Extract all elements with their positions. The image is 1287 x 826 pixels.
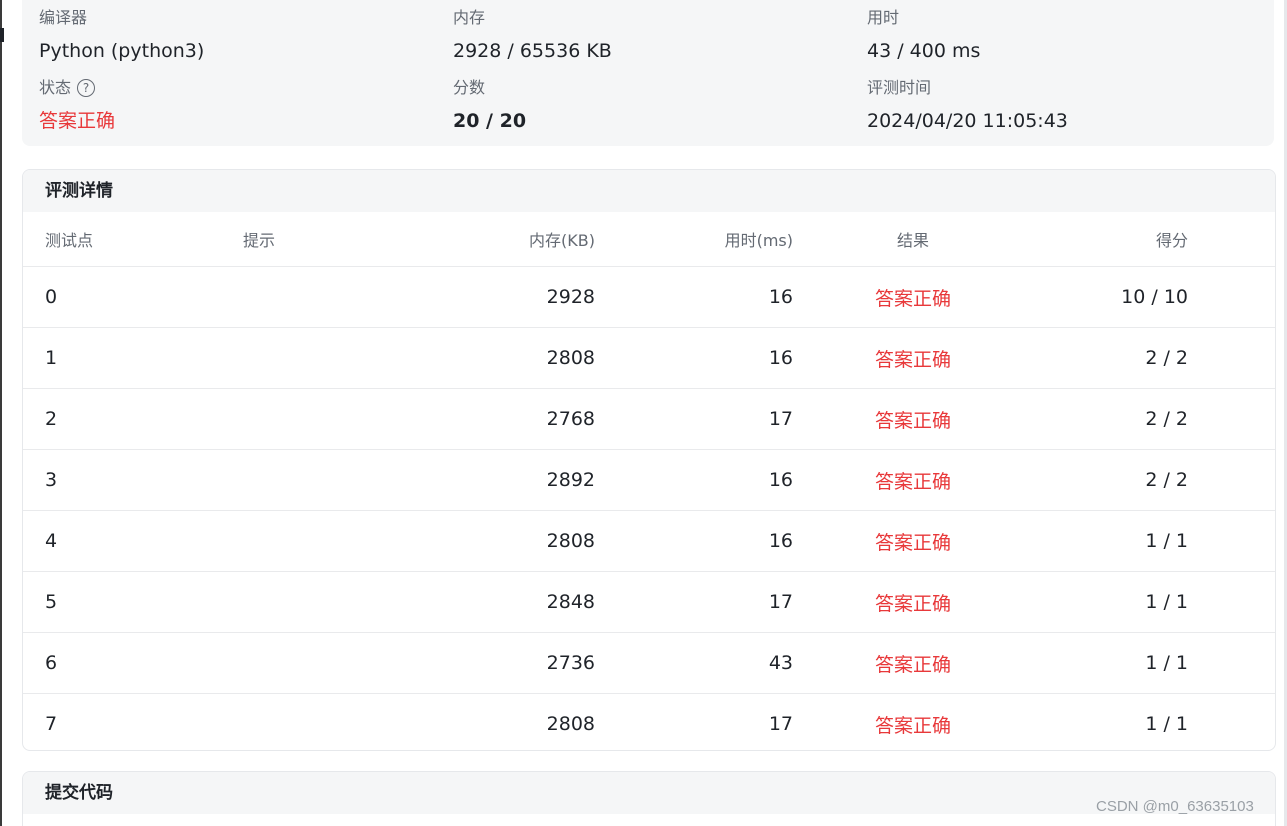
- header-result: 结果: [896, 231, 929, 250]
- status-label: 状态: [39, 78, 72, 97]
- table-row: 0 2928 16 答案正确 10 / 10: [23, 267, 1275, 328]
- testcase-time: 17: [768, 713, 793, 735]
- testcase-result: 答案正确: [874, 470, 951, 493]
- testcase-score: 1 / 1: [1145, 530, 1188, 552]
- testcase-id: 5: [45, 591, 58, 613]
- testcase-id: 3: [45, 469, 58, 491]
- testcase-result: 答案正确: [874, 653, 951, 676]
- testcase-result: 答案正确: [874, 287, 951, 310]
- testcase-result: 答案正确: [874, 409, 951, 432]
- header-testcase: 测试点: [45, 231, 94, 250]
- testcase-time: 16: [768, 286, 793, 308]
- time-value: 43 / 400 ms: [867, 40, 981, 62]
- testcase-id: 6: [45, 652, 58, 674]
- testcase-memory: 2848: [546, 591, 595, 613]
- testcase-score: 1 / 1: [1145, 652, 1188, 674]
- table-row: 3 2892 16 答案正确 2 / 2: [23, 450, 1275, 511]
- memory-label: 内存: [453, 8, 486, 27]
- testcase-id: 0: [45, 286, 58, 308]
- table-header: 测试点 提示 内存(KB) 用时(ms) 结果 得分: [23, 212, 1275, 267]
- score-field: 分数 20 / 20: [453, 77, 526, 135]
- testcase-id: 1: [45, 347, 58, 369]
- table-row: 1 2808 16 答案正确 2 / 2: [23, 328, 1275, 389]
- testcase-memory: 2892: [546, 469, 595, 491]
- left-edge-mark: [0, 28, 4, 42]
- testcase-id: 7: [45, 713, 58, 735]
- testcase-memory: 2808: [546, 347, 595, 369]
- testcase-result: 答案正确: [874, 531, 951, 554]
- score-label: 分数: [453, 78, 486, 97]
- question-circle-icon[interactable]: ?: [77, 79, 96, 97]
- judge-time-label: 评测时间: [867, 78, 932, 97]
- testcase-id: 4: [45, 530, 58, 552]
- header-memory: 内存(KB): [529, 231, 595, 250]
- memory-value: 2928 / 65536 KB: [453, 40, 612, 62]
- time-label: 用时: [867, 8, 900, 27]
- left-window-edge: [0, 0, 2, 826]
- compiler-field: 编译器 Python (python3): [39, 7, 204, 65]
- testcase-result: 答案正确: [874, 592, 951, 615]
- header-time: 用时(ms): [724, 231, 793, 250]
- testcase-score: 10 / 10: [1121, 286, 1188, 308]
- testcase-result: 答案正确: [874, 714, 951, 737]
- testcase-memory: 2808: [546, 713, 595, 735]
- time-field: 用时 43 / 400 ms: [867, 7, 980, 65]
- testcase-memory: 2736: [546, 652, 595, 674]
- testcase-score: 2 / 2: [1145, 408, 1188, 430]
- testcase-time: 17: [768, 408, 793, 430]
- testcase-score: 2 / 2: [1145, 347, 1188, 369]
- testcase-id: 2: [45, 408, 58, 430]
- testcase-time: 16: [768, 469, 793, 491]
- submitted-code-title[interactable]: 提交代码: [23, 772, 1275, 814]
- judge-details-panel: 评测详情 测试点 提示 内存(KB) 用时(ms) 结果 得分 0 2928 16 答…: [22, 169, 1276, 751]
- judge-details-title: 评测详情: [23, 170, 1275, 212]
- testcase-time: 17: [768, 591, 793, 613]
- testcase-memory: 2928: [546, 286, 595, 308]
- judge-time-value: 2024/04/20 11:05:43: [867, 110, 1068, 132]
- testcase-memory: 2768: [546, 408, 595, 430]
- table-row: 5 2848 17 答案正确 1 / 1: [23, 572, 1275, 633]
- memory-field: 内存 2928 / 65536 KB: [453, 7, 612, 65]
- testcase-time: 16: [768, 347, 793, 369]
- judge-time-field: 评测时间 2024/04/20 11:05:43: [867, 77, 1068, 135]
- table-row: 7 2808 17 答案正确 1 / 1: [23, 694, 1275, 750]
- table-body: 0 2928 16 答案正确 10 / 10 1 2808 16 答案正确 2 / 2 2 2768 1…: [23, 267, 1275, 750]
- testcase-time: 43: [768, 652, 793, 674]
- header-hint: 提示: [243, 231, 276, 250]
- compiler-value: Python (python3): [39, 40, 205, 62]
- submission-result-page: 编译器 Python (python3) 内存 2928 / 65536 KB …: [0, 0, 1287, 826]
- testcase-time: 16: [768, 530, 793, 552]
- score-value: 20 / 20: [453, 110, 527, 132]
- submitted-code-panel: 提交代码: [22, 771, 1276, 826]
- status-field: 状态 ? 答案正确: [39, 77, 115, 135]
- compiler-label: 编译器: [39, 8, 88, 27]
- testcase-score: 1 / 1: [1145, 591, 1188, 613]
- testcase-result: 答案正确: [874, 348, 951, 371]
- status-label-row: 状态 ?: [39, 77, 115, 99]
- table-row: 2 2768 17 答案正确 2 / 2: [23, 389, 1275, 450]
- testcase-memory: 2808: [546, 530, 595, 552]
- csdn-watermark: CSDN @m0_63635103: [1096, 798, 1254, 815]
- testcase-score: 2 / 2: [1145, 469, 1188, 491]
- header-score: 得分: [1155, 231, 1188, 250]
- testcase-score: 1 / 1: [1145, 713, 1188, 735]
- table-row: 4 2808 16 答案正确 1 / 1: [23, 511, 1275, 572]
- status-value: 答案正确: [39, 110, 116, 132]
- submission-summary: 编译器 Python (python3) 内存 2928 / 65536 KB …: [22, 0, 1274, 146]
- table-row: 6 2736 43 答案正确 1 / 1: [23, 633, 1275, 694]
